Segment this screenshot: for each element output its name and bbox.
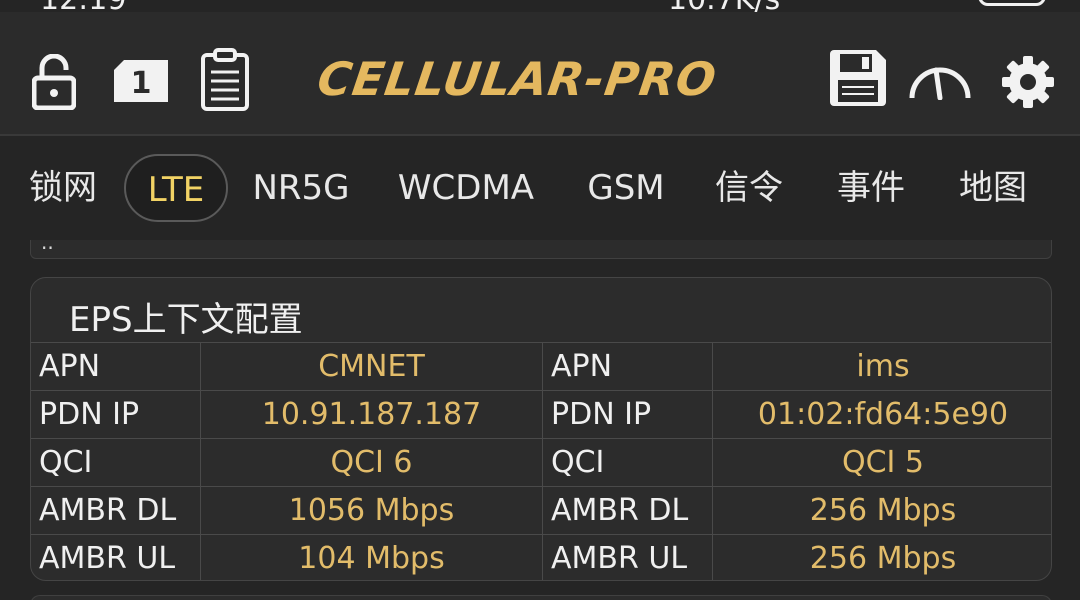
tab-map[interactable]: 地图 <box>952 154 1034 222</box>
tab-wcdma[interactable]: WCDMA <box>390 154 542 222</box>
card-title: EPS上下文配置 <box>69 300 303 340</box>
tab-bar: 锁网 LTE NR5G WCDMA GSM 信令 事件 地图 <box>0 136 1080 240</box>
save-icon[interactable] <box>830 50 886 106</box>
next-card <box>30 595 1052 600</box>
toolbar: 1 CELLULAR-PRO <box>0 12 1080 136</box>
value-ambr-ul-2: 256 Mbps <box>712 534 1051 580</box>
table-row: PDN IP 10.91.187.187 PDN IP 01:02:fd64:5… <box>31 390 1051 439</box>
status-bar: 12:19 10.7K/s <box>0 0 1080 12</box>
tab-gsm[interactable]: GSM <box>578 154 674 222</box>
table-row: AMBR DL 1056 Mbps AMBR DL 256 Mbps <box>31 486 1051 535</box>
table-row: QCI QCI 6 QCI QCI 5 <box>31 438 1051 487</box>
tab-signaling[interactable]: 信令 <box>708 154 790 222</box>
status-net-speed: 10.7K/s <box>668 0 780 12</box>
status-time: 12:19 <box>40 0 126 12</box>
value-ambr-dl: 1056 Mbps <box>200 486 543 535</box>
tab-lock-network[interactable]: 锁网 <box>22 154 104 222</box>
label-apn: APN <box>31 342 201 391</box>
label-ambr-dl-2: AMBR DL <box>542 486 713 535</box>
eps-context-card: EPS上下文配置 APN CMNET APN ims PDN IP 10.91.… <box>30 277 1052 581</box>
value-qci: QCI 6 <box>200 438 543 487</box>
table-row: APN CMNET APN ims <box>31 342 1051 391</box>
previous-card: .. <box>30 230 1052 259</box>
label-pdn-ip-2: PDN IP <box>542 390 713 439</box>
tab-nr5g[interactable]: NR5G <box>246 154 356 222</box>
tab-lte[interactable]: LTE <box>124 154 228 222</box>
sim-card-icon[interactable]: 1 <box>114 60 168 102</box>
value-qci-2: QCI 5 <box>712 438 1051 487</box>
label-apn-2: APN <box>542 342 713 391</box>
value-ambr-ul: 104 Mbps <box>200 534 543 580</box>
label-ambr-dl: AMBR DL <box>31 486 201 535</box>
eps-table: APN CMNET APN ims PDN IP 10.91.187.187 P… <box>31 342 1051 580</box>
value-pdn-ip: 10.91.187.187 <box>200 390 543 439</box>
value-ambr-dl-2: 256 Mbps <box>712 486 1051 535</box>
label-qci-2: QCI <box>542 438 713 487</box>
speedometer-icon[interactable] <box>908 60 972 100</box>
battery-icon <box>978 0 1046 6</box>
value-apn-2: ims <box>712 342 1051 391</box>
value-apn: CMNET <box>200 342 543 391</box>
label-ambr-ul-2: AMBR UL <box>542 534 713 580</box>
label-ambr-ul: AMBR UL <box>31 534 201 580</box>
app-brand: CELLULAR-PRO <box>314 52 721 106</box>
value-pdn-ip-2: 01:02:fd64:5e90 <box>712 390 1051 439</box>
label-qci: QCI <box>31 438 201 487</box>
sim-number: 1 <box>131 66 152 101</box>
unlock-icon[interactable] <box>32 54 76 110</box>
label-pdn-ip: PDN IP <box>31 390 201 439</box>
gear-icon[interactable] <box>1002 56 1054 108</box>
previous-card-text: .. <box>41 230 54 254</box>
table-row: AMBR UL 104 Mbps AMBR UL 256 Mbps <box>31 534 1051 580</box>
tab-events[interactable]: 事件 <box>830 154 912 222</box>
clipboard-icon[interactable] <box>200 48 250 112</box>
